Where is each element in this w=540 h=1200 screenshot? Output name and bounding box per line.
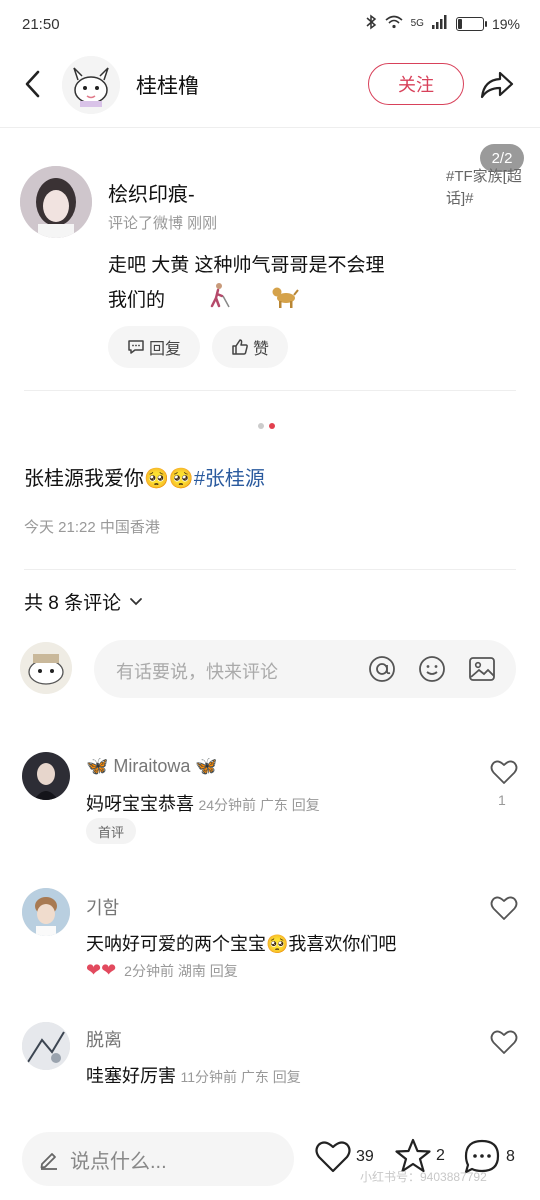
- image-icon[interactable]: [466, 653, 498, 685]
- mention-icon[interactable]: [366, 653, 398, 685]
- wifi-icon: [385, 15, 403, 32]
- card-meta: 评论了微博 刚刚: [108, 215, 218, 232]
- post-like-count: 39: [356, 1148, 374, 1165]
- commenter-name[interactable]: 脱离: [86, 1026, 122, 1052]
- signal-icon: [431, 15, 448, 32]
- commenter-name[interactable]: 🦋 Miraitowa 🦋: [86, 756, 218, 777]
- carousel-dot: [258, 423, 264, 429]
- commenter-avatar[interactable]: [22, 1022, 70, 1070]
- commenter-avatar[interactable]: [22, 888, 70, 936]
- my-avatar: [20, 642, 72, 694]
- commenter-name[interactable]: 기함: [86, 894, 119, 920]
- comment-input-placeholder: 有话要说，快来评论: [116, 662, 278, 682]
- comment-text: 妈呀宝宝恭喜: [86, 794, 194, 814]
- bottom-input-placeholder: 说点什么...: [70, 1150, 167, 1173]
- author-avatar[interactable]: [62, 56, 120, 114]
- heart-icon: [490, 1030, 518, 1054]
- first-comment-badge: 首评: [86, 818, 136, 844]
- bluetooth-icon: [365, 14, 377, 33]
- red-hearts-emoji: ❤❤: [86, 960, 117, 980]
- card-text: 走吧 大黄 这种帅气哥哥是不会理 我们的: [108, 250, 448, 319]
- comment-like-button[interactable]: [488, 756, 520, 788]
- heart-icon: [490, 760, 518, 784]
- share-icon: [480, 71, 514, 99]
- post-comment-count: 8: [506, 1148, 515, 1165]
- carousel-dot-active: [269, 423, 275, 429]
- author-name[interactable]: 桂桂橹: [136, 70, 199, 100]
- header-divider: [0, 127, 540, 128]
- card-like-label: 赞: [252, 341, 269, 358]
- pencil-icon: [40, 1153, 57, 1170]
- chevron-left-icon: [25, 70, 40, 98]
- person-walking-icon: [205, 282, 231, 319]
- chevron-down-icon: [130, 597, 143, 605]
- comments-count-label: 共 8 条评论: [24, 593, 122, 614]
- back-button[interactable]: [14, 64, 50, 104]
- post-favorite-count: 2: [436, 1147, 445, 1164]
- bottom-comment-input[interactable]: 说点什么...: [22, 1132, 294, 1186]
- share-button[interactable]: [476, 64, 518, 106]
- post-body: 张桂源我爱你🥺🥺: [24, 468, 194, 490]
- status-indicators: 5G 19%: [365, 14, 520, 33]
- thumbs-up-icon: [232, 339, 248, 355]
- comments-sort-toggle[interactable]: 共 8 条评论: [24, 588, 143, 615]
- comment-bubble-icon: [128, 340, 144, 354]
- card-divider: [24, 390, 516, 391]
- follow-button[interactable]: 关注: [368, 63, 464, 105]
- card-reply-label: 回复: [148, 341, 181, 358]
- status-time: 21:50: [22, 16, 60, 33]
- comment-meta[interactable]: 2分钟前 湖南 回复: [124, 961, 238, 981]
- comment-meta[interactable]: 24分钟前 广东 回复: [198, 797, 319, 813]
- battery-icon: [455, 16, 487, 31]
- card-topic-tag[interactable]: #TF家族[超话]#: [446, 166, 526, 210]
- guide-dog-icon: [271, 282, 299, 319]
- emoji-icon[interactable]: [416, 653, 448, 685]
- comment-text: 天呐好可爱的两个宝宝🥺我喜欢你们吧: [86, 934, 397, 954]
- card-text-line2: 我们的: [108, 282, 448, 319]
- comment-meta-row: ❤❤ 2分钟前 湖南 回复: [86, 960, 238, 981]
- carousel-dots: [258, 423, 275, 429]
- comment-like-button[interactable]: [488, 892, 520, 924]
- card-user-avatar[interactable]: [20, 166, 92, 238]
- card-username[interactable]: 桧织印痕-: [108, 178, 195, 207]
- network-label: 5G: [410, 18, 424, 29]
- heart-icon: [315, 1141, 351, 1173]
- comment-meta[interactable]: 11分钟前 广东 回复: [180, 1069, 300, 1085]
- comment-body: 妈呀宝宝恭喜 24分钟前 广东 回复: [86, 790, 320, 816]
- comment-body: 哇塞好厉害 11分钟前 广东 回复: [86, 1062, 301, 1088]
- comment-input[interactable]: 有话要说，快来评论: [94, 640, 516, 698]
- battery-text: 19%: [491, 15, 520, 32]
- card-reply-button[interactable]: 回复: [108, 326, 200, 368]
- card-like-button[interactable]: 赞: [212, 326, 288, 368]
- watermark: 小红书号：9403887792: [360, 1170, 487, 1184]
- post-meta: 今天 21:22 中国香港: [24, 519, 160, 536]
- heart-icon: [490, 896, 518, 920]
- comment-like-count: 1: [498, 792, 506, 808]
- comment-text: 哇塞好厉害: [86, 1066, 176, 1086]
- post-hashtag[interactable]: #张桂源: [194, 468, 265, 490]
- comment-like-button[interactable]: [488, 1026, 520, 1058]
- post-divider: [24, 569, 516, 570]
- post-text: 张桂源我爱你🥺🥺#张桂源: [24, 462, 265, 491]
- commenter-avatar[interactable]: [22, 752, 70, 800]
- card-text-line1: 走吧 大黄 这种帅气哥哥是不会理: [108, 255, 385, 276]
